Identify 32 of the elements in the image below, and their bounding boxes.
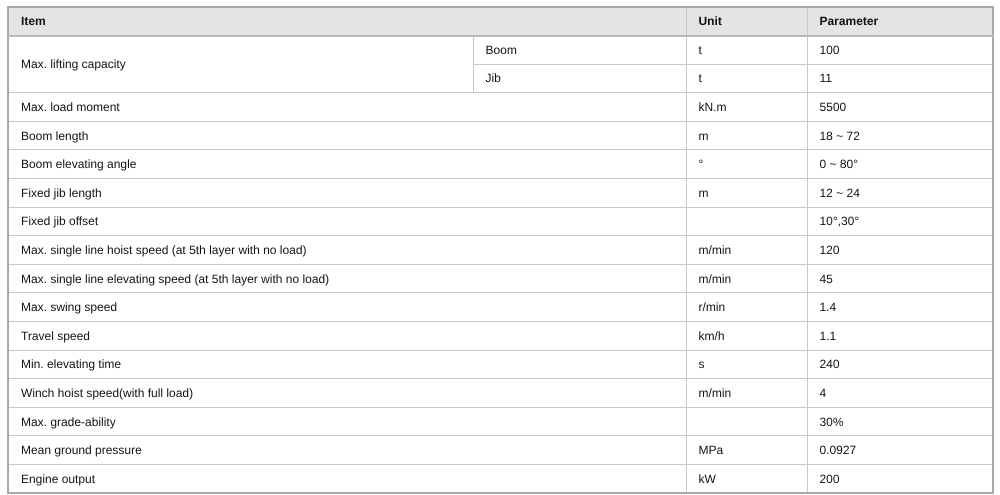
table-cell: m/min	[686, 378, 807, 408]
table-cell: Fixed jib offset	[8, 207, 686, 236]
table-cell: m	[686, 121, 807, 150]
table-cell: Max. grade-ability	[8, 407, 686, 436]
table-cell: m/min	[686, 264, 807, 293]
column-header: Unit	[686, 7, 807, 36]
table-cell: Jib	[473, 64, 686, 93]
table-cell: t	[686, 64, 807, 93]
table-cell: Boom elevating angle	[8, 150, 686, 179]
table-cell: Fixed jib length	[8, 178, 686, 208]
table-cell: Winch hoist speed(with full load)	[8, 378, 686, 408]
table-cell: Travel speed	[8, 322, 686, 350]
table-cell: Max. swing speed	[8, 292, 686, 322]
table-cell: kN.m	[686, 92, 807, 122]
table-cell: Mean ground pressure	[8, 436, 686, 464]
table-cell: Boom length	[8, 121, 686, 150]
table-cell: Min. elevating time	[8, 350, 686, 379]
table-cell: r/min	[686, 292, 807, 322]
table-cell: MPa	[686, 436, 807, 464]
table-cell: Max. lifting capacity	[8, 36, 473, 93]
column-header: Item	[8, 7, 686, 36]
table-cell: Max. single line elevating speed (at 5th layer with no load)	[8, 264, 686, 293]
table-cell: s	[686, 350, 807, 379]
table-cell: Boom	[473, 36, 686, 64]
table-cell: t	[686, 36, 807, 64]
column-header: Parameter	[807, 7, 993, 36]
table-cell: m/min	[686, 236, 807, 264]
table-cell: Max. load moment	[8, 92, 686, 122]
table-cell: m	[686, 178, 807, 208]
table-cell: °	[686, 150, 807, 179]
table-cell: km/h	[686, 322, 807, 350]
table-cell: Max. single line hoist speed (at 5th layer with no load)	[8, 236, 686, 264]
